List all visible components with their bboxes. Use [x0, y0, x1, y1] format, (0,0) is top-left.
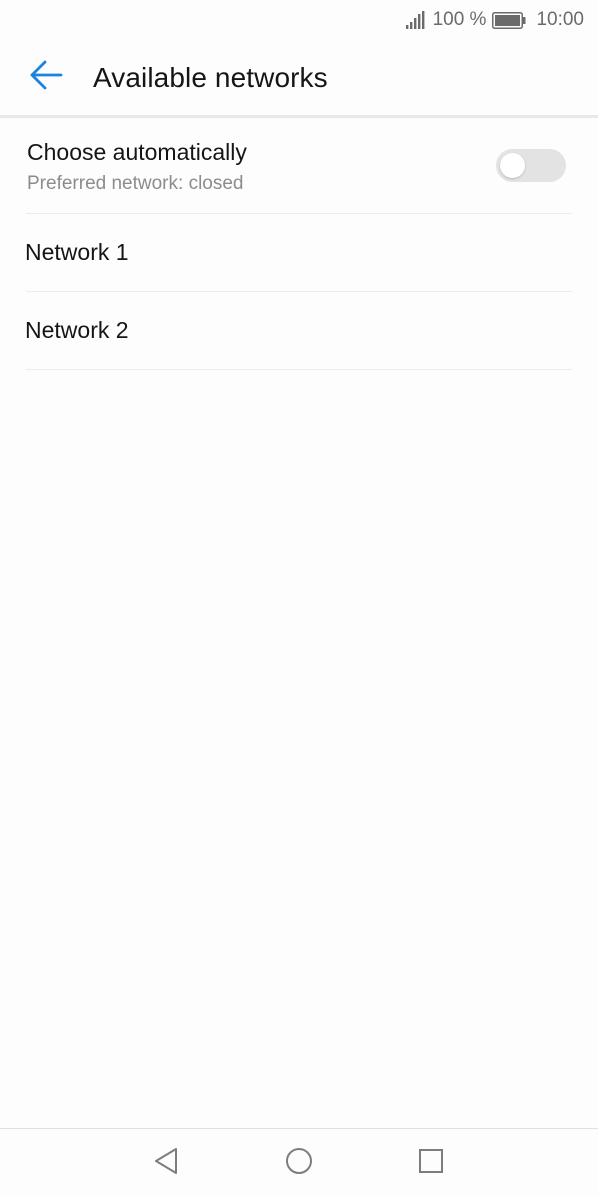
status-bar: 100 % 10:00: [0, 0, 598, 40]
choose-automatically-title: Choose automatically: [27, 139, 247, 165]
battery-percent: 100 %: [432, 9, 487, 30]
nav-home-button[interactable]: [279, 1143, 319, 1183]
nav-recent-button[interactable]: [411, 1143, 451, 1183]
page-title: Available networks: [93, 61, 328, 93]
choose-automatically-row[interactable]: Choose automatically Preferred network: …: [26, 121, 572, 214]
status-time: 10:00: [536, 9, 584, 30]
nav-home-icon: [284, 1146, 314, 1181]
network-label: Network 1: [25, 239, 129, 265]
nav-recent-icon: [417, 1147, 445, 1180]
nav-back-icon: [152, 1146, 180, 1181]
signal-icon: [405, 11, 426, 29]
back-button[interactable]: [16, 48, 76, 108]
network-item-2[interactable]: Network 2: [25, 292, 572, 370]
nav-back-button[interactable]: [146, 1143, 186, 1183]
network-label: Network 2: [25, 317, 129, 343]
network-item-1[interactable]: Network 1: [25, 214, 572, 292]
screen: 100 % 10:00 Available networks Choose au…: [0, 0, 598, 1196]
navigation-bar: [0, 1128, 598, 1196]
settings-list: Choose automatically Preferred network: …: [0, 121, 598, 370]
toggle-knob: [500, 153, 525, 178]
battery-icon: [492, 11, 526, 29]
choose-automatically-toggle[interactable]: [496, 149, 566, 182]
preferred-network-subtitle: Preferred network: closed: [27, 173, 244, 194]
app-bar: Available networks: [0, 40, 598, 118]
arrow-left-icon: [29, 60, 63, 95]
